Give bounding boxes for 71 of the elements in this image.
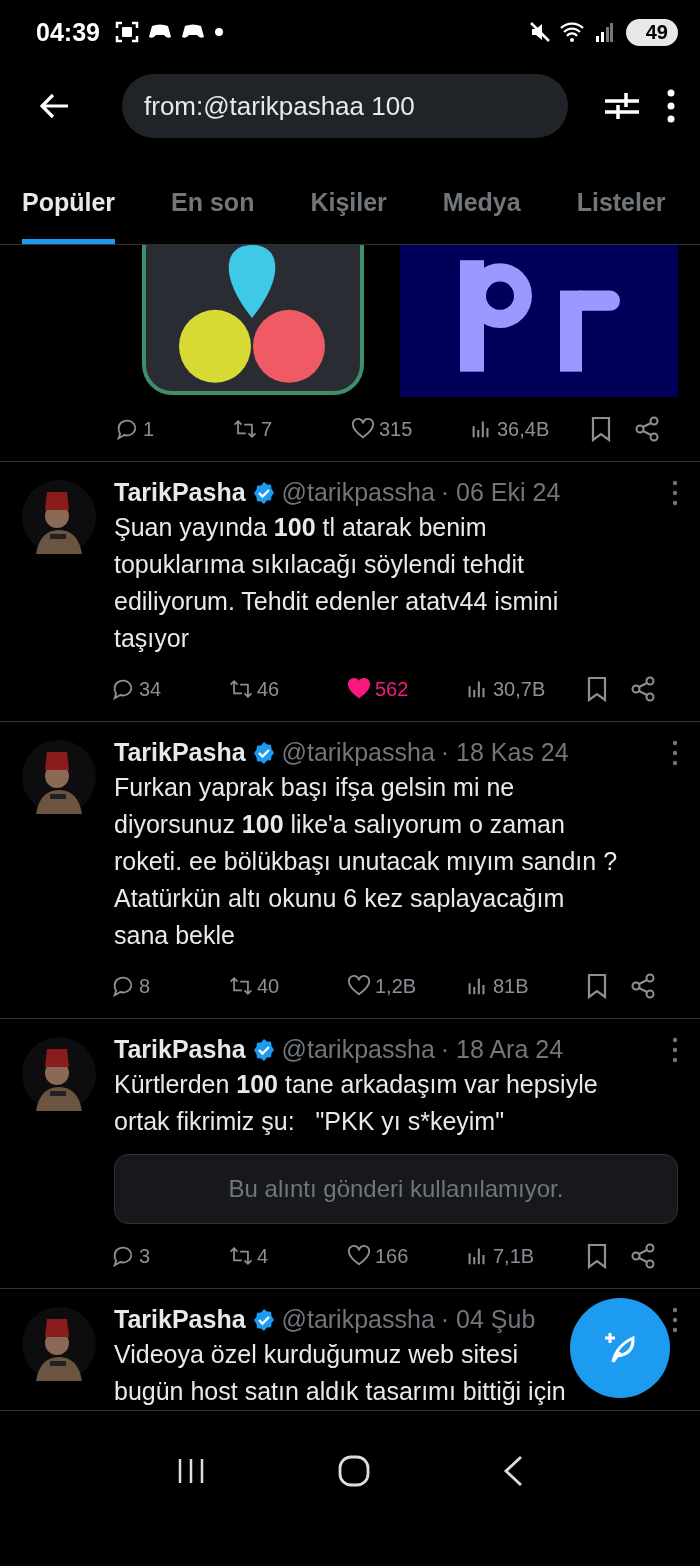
more-options-icon[interactable]: [672, 739, 678, 766]
reply-button[interactable]: 3: [110, 1244, 228, 1268]
repost-button[interactable]: 4: [228, 1244, 346, 1268]
author-handle[interactable]: @tarikpassha: [281, 738, 435, 767]
repost-button[interactable]: 40: [228, 974, 346, 998]
heart-icon: [346, 677, 372, 701]
post-text: Şuan yayında 100 tl atarak benim topuklarıma sıkılacağı söylendi tehdit ediliyorum. Tehdit edenler atatv44 ismini taşıyor: [114, 512, 559, 654]
like-button[interactable]: 315: [350, 417, 468, 441]
wifi-icon: [559, 21, 586, 43]
search-field[interactable]: from:@tarikpashaa 100: [122, 74, 568, 138]
bookmark-button[interactable]: [590, 416, 612, 442]
share-button[interactable]: [630, 973, 656, 999]
tab[interactable]: Listeler: [576, 188, 666, 244]
more-options-icon[interactable]: [672, 1036, 678, 1063]
battery-indicator: 49: [625, 18, 678, 46]
tab[interactable]: En son: [171, 188, 255, 244]
share-button[interactable]: [630, 676, 656, 702]
unavailable-quote-notice: Bu alıntı gönderi kullanılamıyor.: [114, 1154, 678, 1224]
repost-button[interactable]: 7: [232, 417, 350, 441]
repost-icon: [228, 1244, 254, 1268]
views-button[interactable]: 81B: [464, 974, 586, 998]
share-button[interactable]: [630, 1243, 656, 1269]
views-button[interactable]: 7,1B: [464, 1244, 586, 1268]
repost-button[interactable]: 46: [228, 677, 346, 701]
bookmark-button[interactable]: [586, 676, 608, 702]
post-date: · 18 Ara 24: [440, 1035, 564, 1064]
repost-icon: [228, 677, 254, 701]
status-time: 04:39: [36, 17, 100, 47]
more-options-icon[interactable]: [672, 479, 678, 506]
heart-icon: [346, 1244, 372, 1268]
reply-button[interactable]: 8: [110, 974, 228, 998]
author-name[interactable]: TarikPasha: [114, 1305, 246, 1334]
tab[interactable]: Medya: [442, 188, 521, 244]
verified-badge-icon: [251, 1307, 276, 1332]
verified-badge-icon: [251, 740, 276, 765]
share-button[interactable]: [634, 416, 660, 442]
repost-icon: [232, 417, 258, 441]
author-name[interactable]: TarikPasha: [114, 1035, 246, 1064]
heart-icon: [350, 417, 376, 441]
bookmark-button[interactable]: [586, 1243, 608, 1269]
repost-icon: [228, 974, 254, 998]
verified-badge-icon: [251, 1037, 276, 1062]
views-button[interactable]: 36,4B: [468, 417, 590, 441]
notification-dot-icon: [213, 27, 224, 37]
like-button[interactable]: 562: [346, 677, 464, 701]
mute-icon: [528, 21, 551, 43]
author-handle[interactable]: @tarikpassha: [281, 1305, 435, 1334]
reply-button[interactable]: 34: [110, 677, 228, 701]
post-date: · 06 Eki 24: [440, 478, 561, 507]
more-options-icon: [666, 89, 676, 123]
post-date: · 04 Şub: [440, 1305, 536, 1334]
tab[interactable]: Kişiler: [310, 188, 387, 244]
views-button[interactable]: 30,7B: [464, 677, 586, 701]
bookmark-button[interactable]: [586, 973, 608, 999]
tab[interactable]: Popüler: [22, 188, 116, 244]
reply-button[interactable]: 1: [114, 417, 232, 441]
like-button[interactable]: 166: [346, 1244, 464, 1268]
verified-badge-icon: [251, 480, 276, 505]
signal-icon: [594, 21, 613, 43]
like-button[interactable]: 1,2B: [346, 974, 464, 998]
author-name[interactable]: TarikPasha: [114, 478, 246, 507]
post-date: · 18 Kas 24: [440, 738, 569, 767]
author-handle[interactable]: @tarikpassha: [281, 1035, 435, 1064]
more-options-icon[interactable]: [672, 1306, 678, 1333]
screenshot-icon: [114, 21, 139, 43]
heart-icon: [346, 974, 372, 998]
author-handle[interactable]: @tarikpassha: [281, 478, 435, 507]
post-text: Kürtlerden 100 tane arkadaşım var hepsiyle ortak fikrimiz şu: "PKK yı s*keyim": [114, 1069, 598, 1137]
post-text: Furkan yaprak başı ifşa gelsin mi ne diyorsunuz 100 like'a salıyorum o zaman roketi. ee bölükbaşı unutacak mıyım sandın ? Atatürkün altı okunu 6 kez saplayacağım sana bekle: [114, 772, 618, 951]
author-name[interactable]: TarikPasha: [114, 738, 246, 767]
post-text: Videoya özel kurduğumuz web sitesi bugün host satın aldık tasarımı bittiği için: [114, 1339, 566, 1407]
